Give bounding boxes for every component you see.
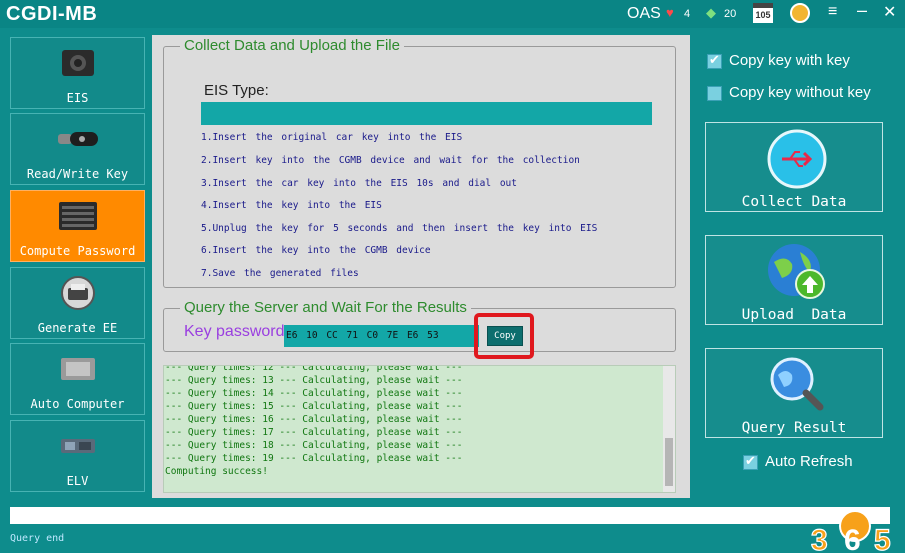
key-password-field[interactable]: E6 10 CC 71 C0 7E E6 53 [284, 325, 479, 347]
upload-data-label: Upload Data [741, 307, 847, 323]
collect-data-legend: Collect Data and Upload the File [180, 37, 404, 54]
ecu-icon [61, 358, 95, 380]
query-result-button[interactable]: Query Result [705, 348, 883, 438]
svg-text:6: 6 [844, 524, 861, 553]
copy-without-key-checkbox[interactable] [707, 86, 722, 101]
step-4: 4.Insert the key into the EIS [201, 200, 382, 211]
heart-icon: ♥ [666, 5, 674, 20]
usb-icon [767, 129, 827, 189]
medal-icon[interactable] [790, 3, 810, 23]
step-1: 1.Insert the original car key into the E… [201, 132, 463, 143]
log-line: --- Query times: 17 --- Calculating, ple… [165, 427, 463, 438]
step-7: 7.Save the generated files [201, 268, 359, 279]
copy-with-key-checkbox[interactable] [707, 52, 722, 69]
menu-icon[interactable]: ≡ [828, 3, 837, 21]
log-line: --- Query times: 19 --- Calculating, ple… [165, 453, 463, 464]
step-5: 5.Unplug the key for 5 seconds and then … [201, 223, 598, 234]
step-2: 2.Insert key into the CGMB device and wa… [201, 155, 580, 166]
title-bar: CGDI-MB OAS ♥ 4 ◆ 20 105 ≡ – ✕ [0, 0, 905, 28]
oas-label[interactable]: OAS [627, 5, 661, 23]
step-3: 3.Insert the car key into the EIS 10s an… [201, 178, 517, 189]
collect-data-label: Collect Data [741, 194, 847, 210]
log-line: --- Query times: 14 --- Calculating, ple… [165, 388, 463, 399]
sidebar-item-elv[interactable]: ELV [10, 420, 145, 492]
collect-data-button[interactable]: Collect Data [705, 122, 883, 212]
sidebar-item-label: ELV [66, 474, 89, 488]
log-line: Computing success! [165, 466, 268, 477]
eis-type-field[interactable] [201, 102, 652, 125]
copy-with-key-label[interactable]: Copy key with key [729, 52, 850, 69]
scrollbar-thumb[interactable] [665, 438, 673, 486]
progress-bar [10, 507, 890, 524]
elv-module-icon [61, 439, 95, 453]
svg-text:5: 5 [874, 524, 891, 553]
calendar-icon[interactable]: 105 [753, 3, 773, 23]
key-password-label: Key password [184, 323, 285, 340]
copy-button[interactable]: Copy [487, 326, 523, 346]
gem-icon: ◆ [706, 5, 716, 20]
printer-icon [61, 276, 95, 310]
globe-upload-icon [768, 244, 825, 299]
sidebar-item-eis[interactable]: EIS [10, 37, 145, 109]
query-server-group: Query the Server and Wait For the Result… [163, 299, 676, 352]
minimize-icon[interactable]: – [857, 0, 867, 21]
query-result-label: Query Result [741, 420, 847, 436]
log-line: --- Query times: 16 --- Calculating, ple… [165, 414, 463, 425]
gem-count: 20 [724, 8, 737, 20]
keyboard-icon [59, 202, 97, 230]
sidebar-item-label: Read/Write Key [26, 167, 129, 181]
step-6: 6.Insert the key into the CGMB device [201, 245, 431, 256]
heart-count: 4 [684, 8, 691, 20]
sidebar-item-label: Auto Computer [30, 397, 125, 411]
sidebar-item-label: Generate EE [37, 321, 118, 335]
log-line: --- Query times: 15 --- Calculating, ple… [165, 401, 463, 412]
sidebar-item-auto-computer[interactable]: Auto Computer [10, 343, 145, 415]
eis-module-icon [62, 50, 94, 76]
sidebar-item-label: Compute Password [19, 244, 136, 258]
auto-refresh-label[interactable]: Auto Refresh [765, 453, 853, 470]
upload-data-button[interactable]: Upload Data [705, 235, 883, 325]
globe-search-icon [770, 357, 824, 411]
svg-text:3: 3 [811, 524, 828, 553]
status-text: Query end [10, 533, 65, 544]
main-panel: Collect Data and Upload the File EIS Typ… [152, 35, 690, 498]
log-output[interactable]: --- Query times: 12 --- Calculating, ple… [163, 365, 676, 493]
eis-type-label: EIS Type: [204, 82, 269, 99]
log-line: --- Query times: 13 --- Calculating, ple… [165, 375, 463, 386]
collect-data-group: Collect Data and Upload the File EIS Typ… [163, 37, 676, 288]
auto-refresh-checkbox[interactable] [743, 453, 758, 470]
app-title: CGDI-MB [6, 3, 98, 25]
sidebar-item-label: EIS [66, 91, 89, 105]
car-key-icon [58, 132, 98, 146]
sidebar-item-read-write-key[interactable]: Read/Write Key [10, 113, 145, 185]
watermark-logo: 3 6 5 [810, 510, 891, 553]
log-line: --- Query times: 18 --- Calculating, ple… [165, 440, 463, 451]
log-scrollbar[interactable] [663, 366, 675, 492]
log-line: --- Query times: 12 --- Calculating, ple… [165, 365, 463, 373]
query-server-legend: Query the Server and Wait For the Result… [180, 299, 471, 316]
sidebar-item-generate-ee[interactable]: Generate EE [10, 267, 145, 339]
copy-without-key-label[interactable]: Copy key without key [729, 84, 871, 101]
close-icon[interactable]: ✕ [883, 2, 896, 22]
sidebar-item-compute-password[interactable]: Compute Password [10, 190, 145, 262]
